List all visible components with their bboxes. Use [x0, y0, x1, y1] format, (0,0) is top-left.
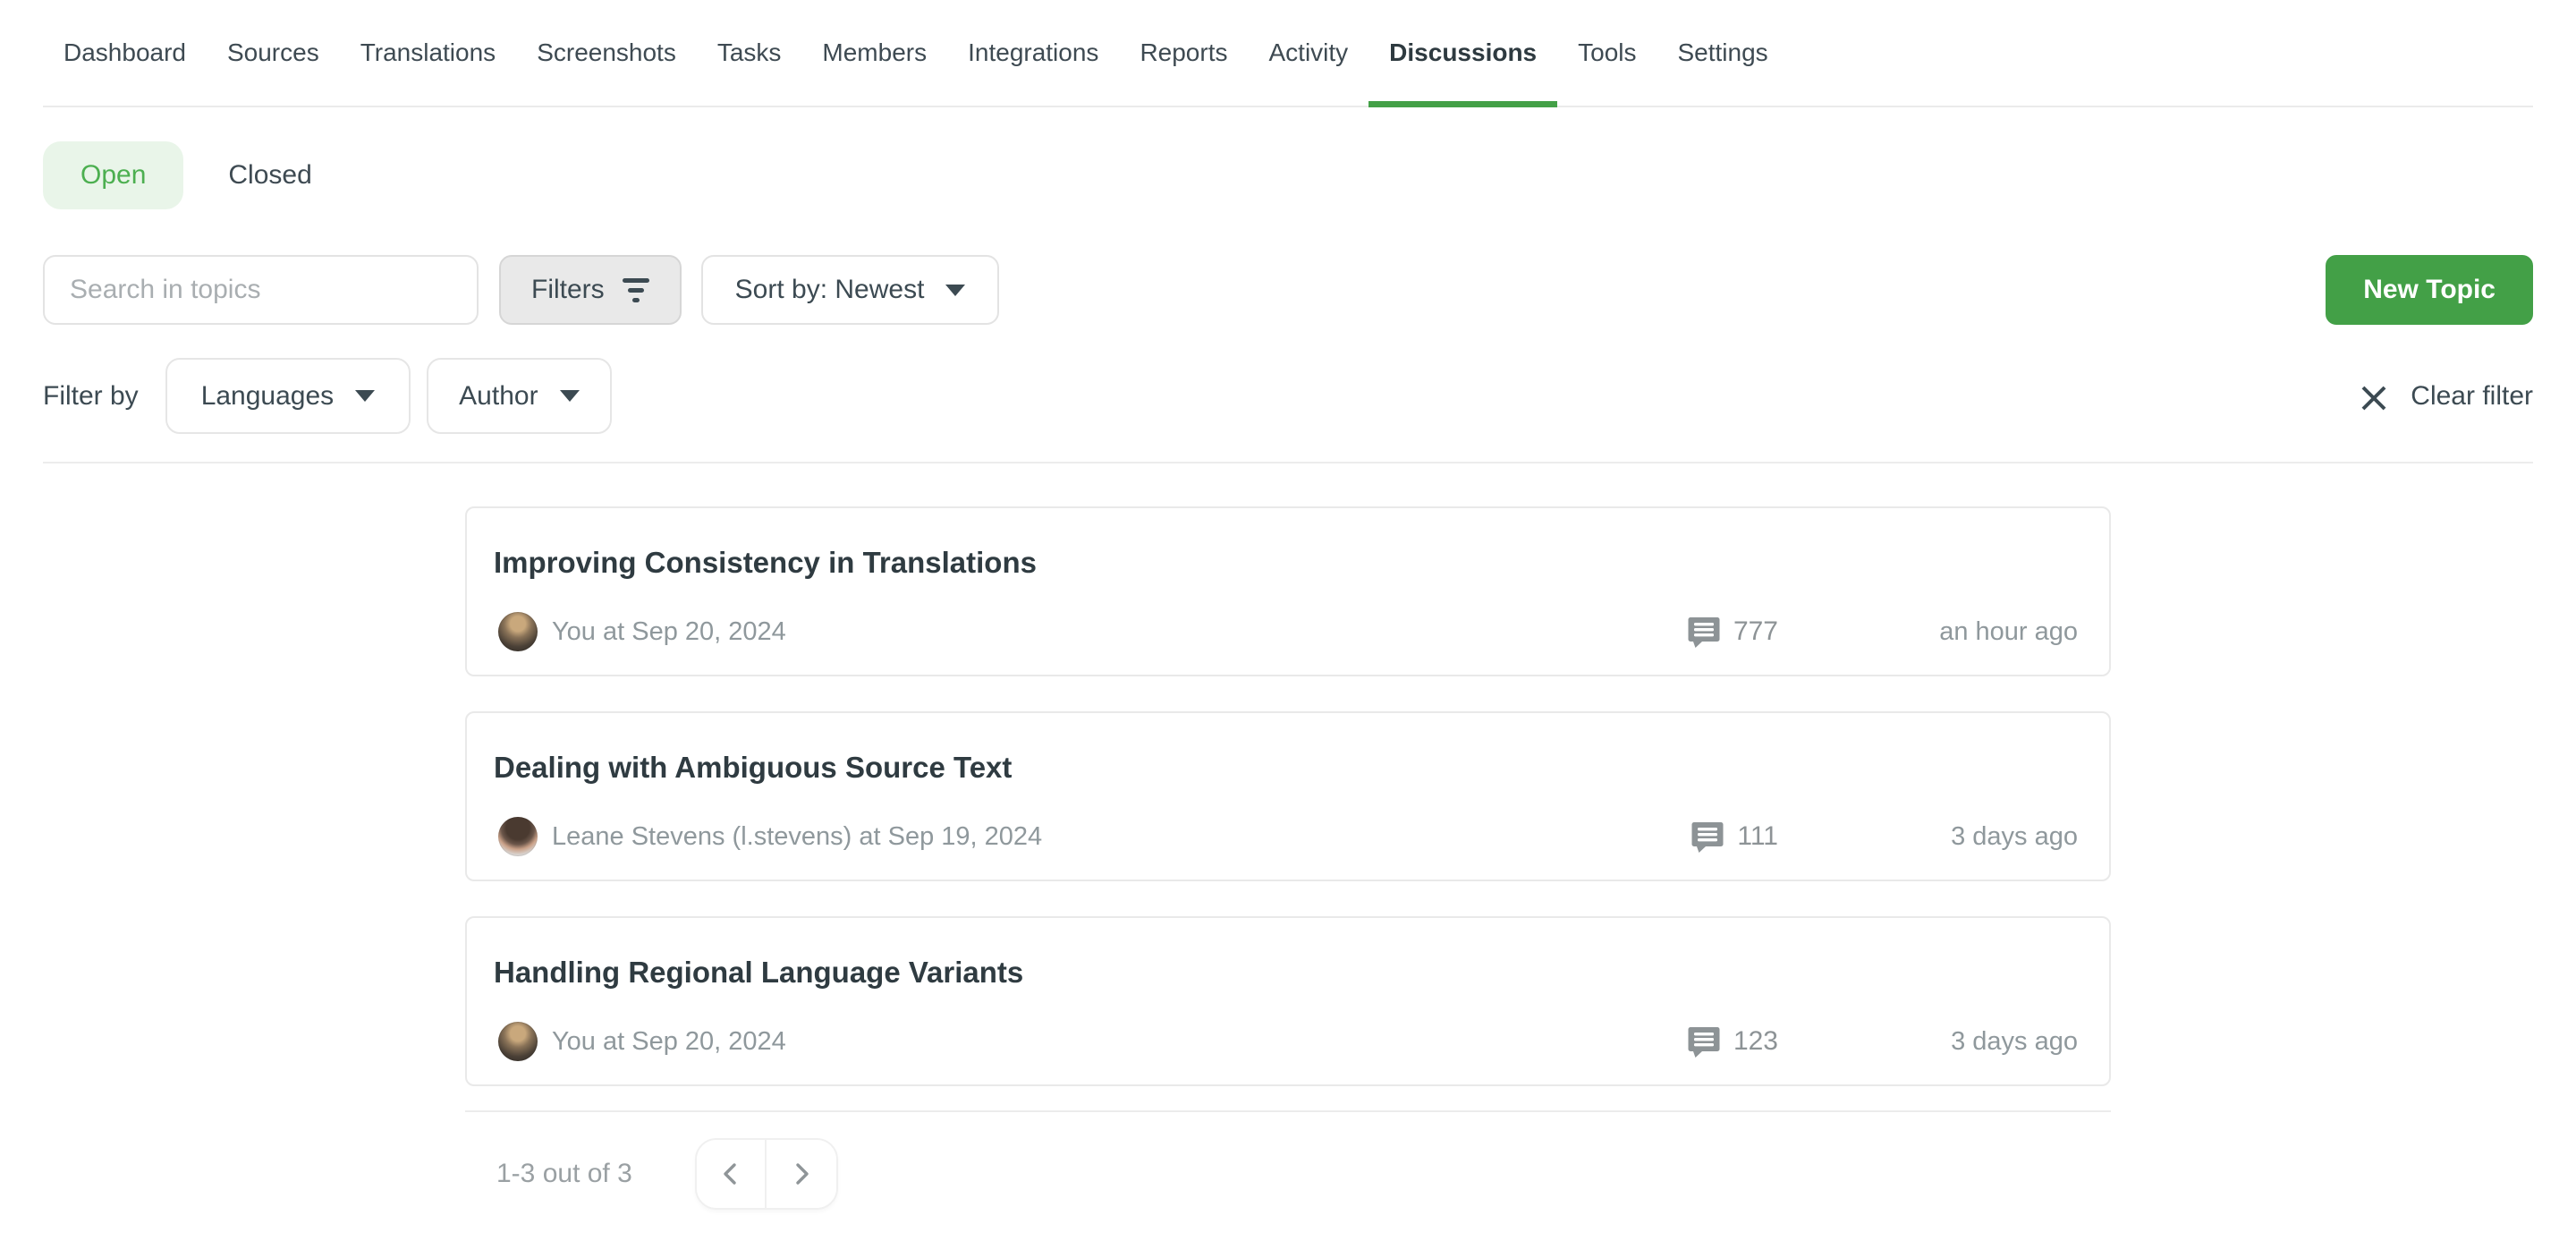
chevron-left-icon	[719, 1162, 742, 1186]
list-bottom-divider	[465, 1110, 2111, 1112]
chevron-right-icon	[790, 1162, 813, 1186]
author-dropdown-label: Author	[459, 381, 538, 412]
pagination: 1-3 out of 3	[465, 1138, 2111, 1210]
topic-title[interactable]: Dealing with Ambiguous Source Text	[494, 751, 1012, 785]
clear-filter-button[interactable]: Clear filter	[2360, 381, 2533, 412]
filters-button[interactable]: Filters	[499, 255, 682, 325]
sort-by-label: Sort by: Newest	[735, 275, 925, 305]
comment-count: 111	[1737, 821, 1778, 852]
nav-item-reports[interactable]: Reports	[1119, 0, 1248, 106]
comment-count: 777	[1733, 616, 1778, 647]
topic-title[interactable]: Improving Consistency in Translations	[494, 546, 1037, 580]
nav-item-sources[interactable]: Sources	[207, 0, 340, 106]
topic-card[interactable]: Improving Consistency in Translations Yo…	[465, 506, 2111, 676]
new-topic-button[interactable]: New Topic	[2326, 255, 2533, 325]
status-tabs: Open Closed	[43, 141, 2533, 209]
filter-bar: Filter by Languages Author Clear filter	[43, 358, 2533, 434]
pager-buttons	[695, 1138, 838, 1210]
filter-by-label: Filter by	[43, 381, 139, 412]
nav-item-members[interactable]: Members	[801, 0, 947, 106]
nav-item-tasks[interactable]: Tasks	[697, 0, 802, 106]
sort-by-button[interactable]: Sort by: Newest	[701, 255, 1000, 325]
filters-button-label: Filters	[531, 275, 605, 305]
nav-item-activity[interactable]: Activity	[1248, 0, 1368, 106]
clear-filter-label: Clear filter	[2411, 381, 2533, 412]
pagination-summary: 1-3 out of 3	[496, 1159, 632, 1189]
languages-dropdown-label: Languages	[201, 381, 334, 412]
search-input[interactable]	[43, 255, 479, 325]
tab-closed[interactable]: Closed	[183, 141, 356, 209]
prev-page-button[interactable]	[697, 1140, 767, 1208]
topic-timestamp: 3 days ago	[1872, 822, 2078, 852]
nav-item-tools[interactable]: Tools	[1557, 0, 1657, 106]
topic-meta: You at Sep 20, 2024 777 an hour ago	[498, 612, 2078, 651]
topic-timestamp: 3 days ago	[1872, 1027, 2078, 1057]
nav-item-settings[interactable]: Settings	[1657, 0, 1789, 106]
avatar	[498, 817, 538, 856]
topic-author-line: Leane Stevens (l.stevens) at Sep 19, 202…	[552, 822, 1042, 852]
nav-item-translations[interactable]: Translations	[340, 0, 516, 106]
avatar	[498, 612, 538, 651]
comment-count: 123	[1733, 1026, 1778, 1057]
topic-author-line: You at Sep 20, 2024	[552, 617, 786, 647]
topic-meta: You at Sep 20, 2024 123 3 days ago	[498, 1022, 2078, 1061]
nav-item-integrations[interactable]: Integrations	[947, 0, 1119, 106]
caret-down-icon	[355, 390, 375, 402]
topic-author-line: You at Sep 20, 2024	[552, 1027, 786, 1057]
topic-card[interactable]: Dealing with Ambiguous Source Text Leane…	[465, 711, 2111, 881]
author-dropdown[interactable]: Author	[427, 358, 611, 434]
topic-list: Improving Consistency in Translations Yo…	[465, 506, 2111, 1112]
comment-bubble-icon	[1687, 615, 1721, 649]
filter-lines-icon	[623, 278, 649, 302]
nav-item-discussions[interactable]: Discussions	[1368, 0, 1557, 106]
comment-count-group: 111	[1690, 820, 1778, 854]
comment-count-group: 777	[1687, 615, 1778, 649]
topic-meta: Leane Stevens (l.stevens) at Sep 19, 202…	[498, 817, 2078, 856]
section-divider	[43, 462, 2533, 463]
nav-item-screenshots[interactable]: Screenshots	[516, 0, 697, 106]
next-page-button[interactable]	[767, 1140, 836, 1208]
toolbar: Filters Sort by: Newest New Topic	[43, 255, 2533, 325]
tab-open[interactable]: Open	[43, 141, 183, 209]
avatar	[498, 1022, 538, 1061]
caret-down-icon	[560, 390, 580, 402]
comment-bubble-icon	[1687, 1024, 1721, 1058]
caret-down-icon	[945, 285, 965, 296]
languages-dropdown[interactable]: Languages	[165, 358, 411, 434]
comment-count-group: 123	[1687, 1024, 1778, 1058]
topic-title[interactable]: Handling Regional Language Variants	[494, 956, 1023, 990]
topic-card[interactable]: Handling Regional Language Variants You …	[465, 916, 2111, 1086]
comment-bubble-icon	[1690, 820, 1724, 854]
topic-timestamp: an hour ago	[1872, 617, 2078, 647]
x-icon	[2360, 383, 2387, 410]
top-nav: Dashboard Sources Translations Screensho…	[43, 0, 2533, 107]
nav-item-dashboard[interactable]: Dashboard	[43, 0, 207, 106]
